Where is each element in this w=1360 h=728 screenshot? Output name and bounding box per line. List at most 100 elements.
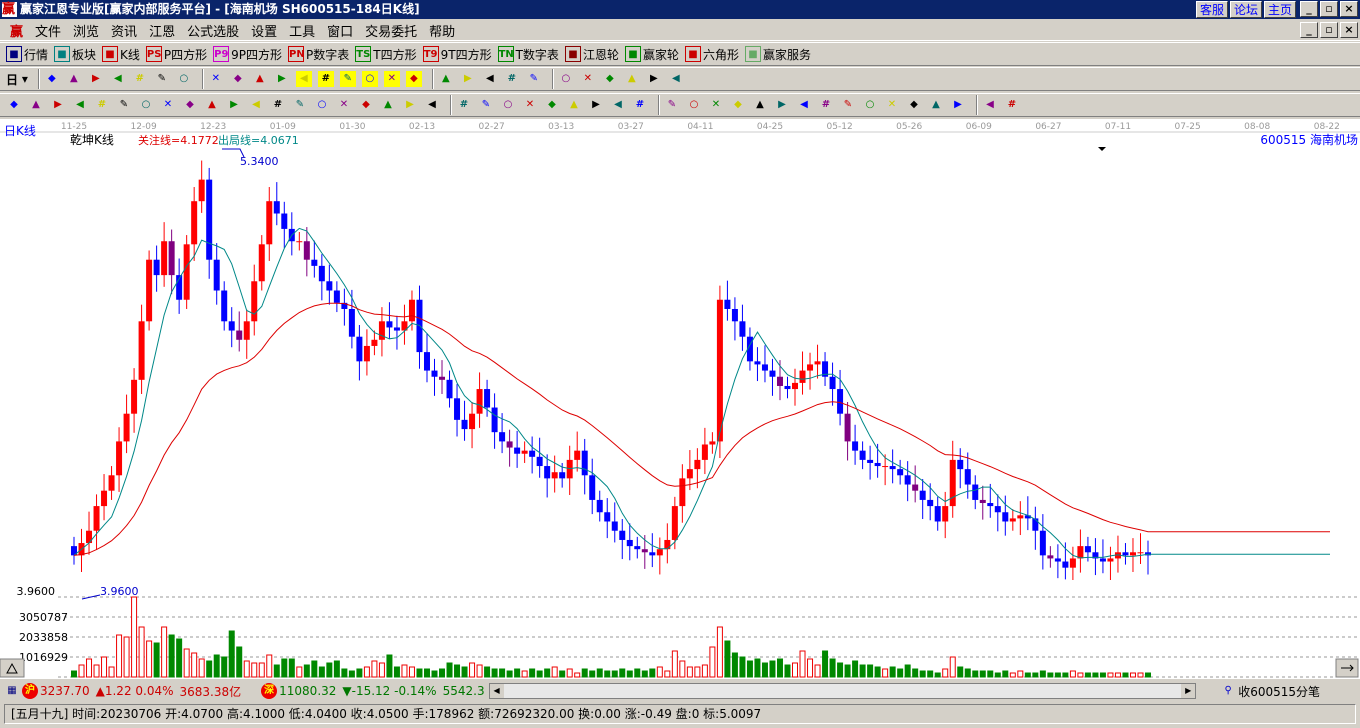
flag-icon[interactable]: ○	[176, 71, 192, 87]
four-icon[interactable]: ▶	[950, 97, 966, 113]
menu-formula[interactable]: 公式选股	[181, 21, 245, 40]
minimize-button[interactable]: _	[1300, 1, 1318, 17]
toolbar-item-3[interactable]: PS P四方形	[145, 46, 207, 63]
monitor-icon[interactable]: ◀	[668, 71, 684, 87]
toolbar-item-0[interactable]: ■ 行情	[6, 46, 48, 63]
kline-chart[interactable]: 11-25 12-09 12-23 01-09 01-30 02-13 02-27 03-13…	[0, 119, 1360, 679]
menu-settings[interactable]: 设置	[245, 21, 283, 40]
menu-window[interactable]: 窗口	[321, 21, 359, 40]
gold5-icon[interactable]: #	[818, 97, 834, 113]
menu-trade[interactable]: 交易委托	[359, 21, 423, 40]
menu-browse[interactable]: 浏览	[67, 21, 105, 40]
iii-icon[interactable]: ◆	[182, 97, 198, 113]
gold6-icon[interactable]: ✕	[884, 97, 900, 113]
fan2-icon[interactable]: ✎	[478, 97, 494, 113]
cross-icon[interactable]: ▶	[460, 71, 476, 87]
toolbar-item-11[interactable]: ■ 六角形	[684, 46, 739, 63]
mdi-minimize-button[interactable]: _	[1300, 22, 1318, 38]
toolbar-item-7[interactable]: T9 9T四方形	[422, 46, 492, 63]
pct1-icon[interactable]: ✎	[664, 97, 680, 113]
menu-gann[interactable]: 江恩	[143, 21, 181, 40]
ying-icon[interactable]: ◆	[358, 97, 374, 113]
ii-icon[interactable]: ▲	[28, 97, 44, 113]
pen2-icon[interactable]: ○	[138, 97, 154, 113]
first-icon[interactable]: ✕	[208, 71, 224, 87]
wave-icon[interactable]: ✎	[526, 71, 542, 87]
table-icon[interactable]: ▦	[4, 683, 20, 699]
scroll-left-icon[interactable]: ◀	[489, 684, 504, 698]
line-icon[interactable]: ◀	[482, 71, 498, 87]
cut-icon[interactable]: ✎	[154, 71, 170, 87]
toolbar-item-5[interactable]: PN P数字表	[288, 46, 349, 63]
angle2-icon[interactable]: ✕	[522, 97, 538, 113]
shen-icon[interactable]: ✕	[336, 97, 352, 113]
mdi-restore-button[interactable]: ▫	[1320, 22, 1338, 38]
toolbar-item-9[interactable]: ■ 江恩轮	[564, 46, 619, 63]
collapse-button[interactable]	[0, 658, 25, 678]
yinyang-icon[interactable]: ◀	[982, 97, 998, 113]
grid1-icon[interactable]: ▲	[566, 97, 582, 113]
v-icon[interactable]: ◆	[544, 97, 560, 113]
lines-icon[interactable]: ◀	[610, 97, 626, 113]
measure-icon[interactable]: ▶	[402, 97, 418, 113]
j-icon[interactable]: ✎	[840, 97, 856, 113]
save-icon[interactable]: ▲	[624, 71, 640, 87]
n2-icon[interactable]: ▲	[204, 97, 220, 113]
toolbar-item-1[interactable]: ■ 板块	[54, 46, 96, 63]
circle-icon[interactable]: ✕	[160, 97, 176, 113]
fan3-icon[interactable]: ○	[500, 97, 516, 113]
ying2-icon[interactable]: ▲	[928, 97, 944, 113]
toolbar-item-10[interactable]: ■ 赢家轮	[624, 46, 679, 63]
slash-icon[interactable]: ○	[314, 97, 330, 113]
period-select[interactable]: 日 ▾	[6, 71, 28, 88]
right-icon[interactable]: ▶	[274, 71, 290, 87]
cal-icon[interactable]: ○	[558, 71, 574, 87]
menu-file[interactable]: 文件	[29, 21, 67, 40]
gold3-icon[interactable]: ◆	[730, 97, 746, 113]
print-icon[interactable]: ▶	[646, 71, 662, 87]
angle-icon[interactable]: ▶	[226, 97, 242, 113]
fan1-icon[interactable]: #	[456, 97, 472, 113]
zoom-icon[interactable]: ◆	[44, 71, 60, 87]
frame-icon[interactable]: ◀	[424, 97, 440, 113]
toolbar-item-6[interactable]: TS T四方形	[355, 46, 417, 63]
home-link[interactable]: 主页	[1263, 1, 1296, 18]
ab-icon[interactable]: ◀	[796, 97, 812, 113]
hand-icon[interactable]: ▲	[438, 71, 454, 87]
book-icon[interactable]: ◆	[602, 71, 618, 87]
toolbar-item-2[interactable]: ■ K线	[102, 46, 140, 63]
spiral-icon[interactable]: ✎	[116, 97, 132, 113]
f2-icon[interactable]: ○	[862, 97, 878, 113]
k9-icon[interactable]: ◀	[110, 71, 126, 87]
d3-icon[interactable]: ✎	[339, 71, 356, 87]
calc-icon[interactable]: ✕	[580, 71, 596, 87]
ticker-scrollbar[interactable]: ◀ ▶	[488, 683, 1197, 699]
menu-info[interactable]: 资讯	[105, 21, 143, 40]
up-icon[interactable]: ▶	[774, 97, 790, 113]
mdi-close-button[interactable]: ×	[1340, 22, 1358, 38]
tick-label[interactable]: 收600515分笔	[1238, 683, 1320, 700]
gold2-icon[interactable]: ◀	[72, 97, 88, 113]
chart-svg[interactable]: 11-25 12-09 12-23 01-09 01-30 02-13 02-27 03-13…	[0, 119, 1360, 679]
close-button[interactable]: ×	[1340, 1, 1358, 17]
d6-icon[interactable]: ◆	[405, 71, 422, 87]
infinity-icon[interactable]: #	[1004, 97, 1020, 113]
gold1-icon[interactable]: ▶	[50, 97, 66, 113]
list-icon[interactable]: ▲	[66, 71, 82, 87]
pct2-icon[interactable]: ✕	[708, 97, 724, 113]
shen2-icon[interactable]: ◆	[906, 97, 922, 113]
box-icon[interactable]: ✎	[292, 97, 308, 113]
menu-logo-icon[interactable]: 赢	[4, 21, 29, 40]
last-icon[interactable]: ◆	[230, 71, 246, 87]
toolbar-item-4[interactable]: P9 9P四方形	[213, 46, 282, 63]
bars-icon[interactable]: #	[632, 97, 648, 113]
pen-icon[interactable]: ◆	[6, 97, 22, 113]
f-icon[interactable]: #	[94, 97, 110, 113]
d4-icon[interactable]: ○	[361, 71, 378, 87]
gold4-icon[interactable]: ▲	[752, 97, 768, 113]
forum-link[interactable]: 论坛	[1229, 1, 1262, 18]
star-icon[interactable]: #	[270, 97, 286, 113]
grid2-icon[interactable]: ▶	[588, 97, 604, 113]
menu-help[interactable]: 帮助	[423, 21, 461, 40]
toolbar-item-8[interactable]: TN T数字表	[497, 46, 559, 63]
